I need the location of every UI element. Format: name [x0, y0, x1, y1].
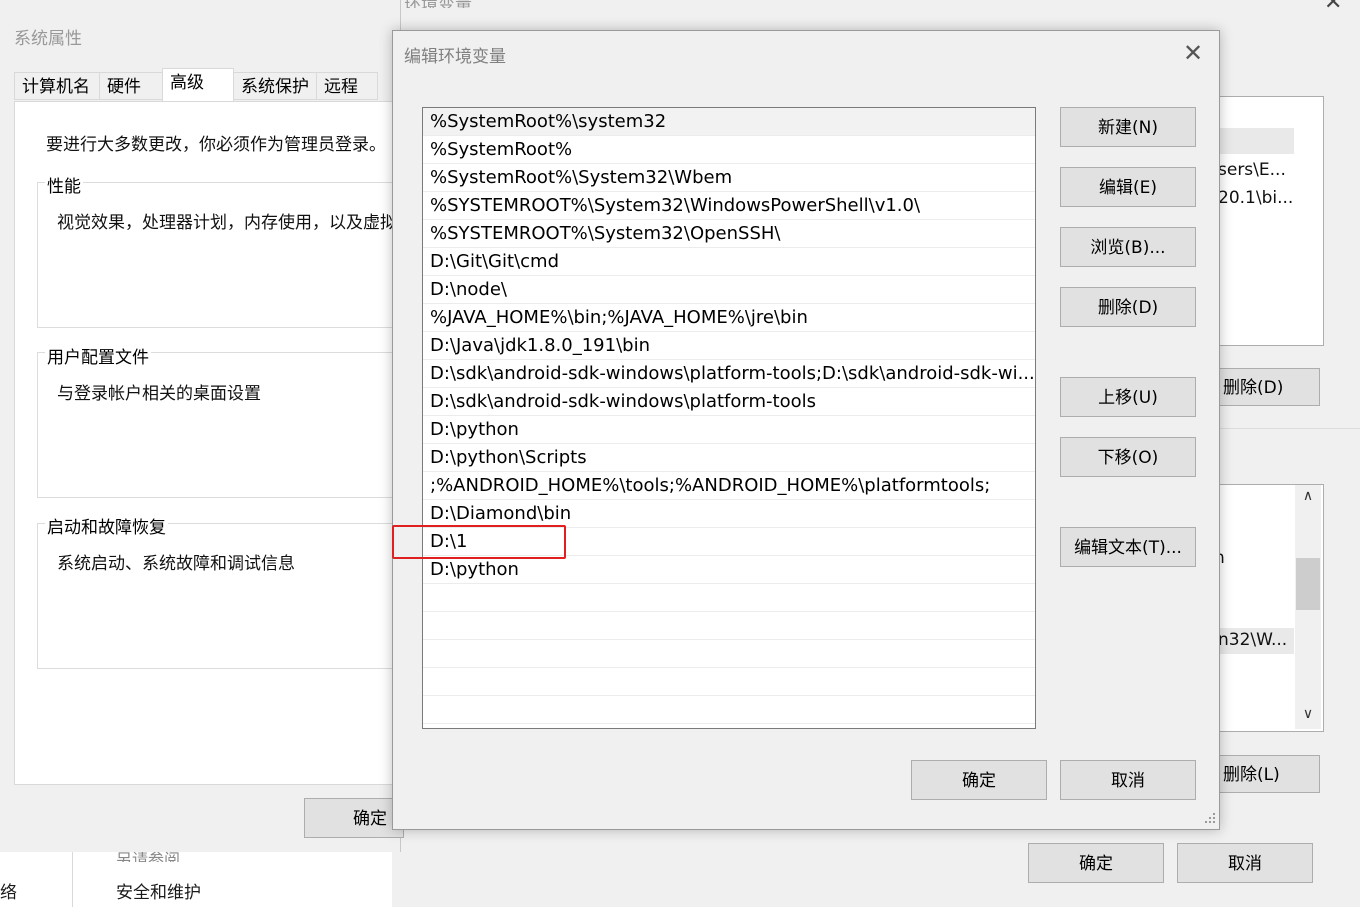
edit-button[interactable]: 编辑(E) — [1060, 167, 1196, 207]
path-entry[interactable]: %SYSTEMROOT%\System32\OpenSSH\ — [423, 220, 1035, 248]
control-panel-edge-glyph: · — [0, 420, 12, 434]
control-panel-edge-glyph: C — [0, 150, 12, 164]
control-panel-edge-glyph: W — [0, 620, 12, 634]
path-entry[interactable]: D:\Diamond\bin — [423, 500, 1035, 528]
path-entry[interactable]: D:\python\Scripts — [423, 444, 1035, 472]
control-panel-edge-glyph: T — [0, 740, 12, 754]
user-variable-delete-button[interactable]: 删除(D) — [1218, 368, 1320, 406]
control-panel-edge-glyph: f — [0, 780, 12, 794]
edit-dialog-title: 编辑环境变量 — [404, 47, 506, 67]
edit-dialog-cancel-button[interactable]: 取消 — [1060, 760, 1196, 800]
path-entry[interactable]: %SYSTEMROOT%\System32\WindowsPowerShell\… — [423, 192, 1035, 220]
startup-recovery-group — [37, 523, 402, 669]
tab-computer-name[interactable]: 计算机名 — [14, 72, 100, 100]
move-down-button[interactable]: 下移(O) — [1060, 437, 1196, 477]
control-panel-edge-glyph: · — [0, 186, 12, 200]
control-panel-edge-glyph: R — [0, 540, 12, 554]
path-entry[interactable]: %SystemRoot%\system32 — [423, 108, 1035, 136]
close-icon[interactable]: ✕ — [1324, 0, 1342, 8]
scroll-up-icon[interactable]: ∧ — [1296, 488, 1320, 504]
path-entry[interactable]: ;%ANDROID_HOME%\tools;%ANDROID_HOME%\pla… — [423, 472, 1035, 500]
control-panel-edge-glyph: S — [0, 500, 12, 514]
performance-group — [37, 182, 402, 328]
tab-advanced[interactable]: 高级 — [162, 68, 234, 101]
control-panel-edge-glyph: N — [0, 580, 12, 594]
control-panel-edge-glyph: · — [0, 336, 12, 350]
path-entry[interactable]: %JAVA_HOME%\bin;%JAVA_HOME%\jre\bin — [423, 304, 1035, 332]
system-properties-title: 系统属性 — [14, 29, 82, 49]
control-panel-edge-glyph: 统 — [0, 108, 12, 122]
edit-dialog-ok-button[interactable]: 确定 — [911, 760, 1047, 800]
user-variable-value-fragment: 20.1\bi... — [1218, 188, 1294, 208]
system-properties-tabs: 计算机名 硬件 高级 系统保护 远程 — [14, 68, 400, 102]
new-button[interactable]: 新建(N) — [1060, 107, 1196, 147]
environment-variables-title: 环境变量 — [404, 0, 472, 8]
path-entry-empty[interactable] — [423, 612, 1035, 640]
network-label-fragment[interactable]: 络 — [0, 878, 17, 903]
user-variable-selected-row[interactable] — [1218, 128, 1294, 154]
path-entry-empty[interactable] — [423, 696, 1035, 724]
path-entry[interactable]: D:\sdk\android-sdk-windows\platform-tool… — [423, 388, 1035, 416]
path-entry[interactable]: D:\Git\Git\cmd — [423, 248, 1035, 276]
control-panel-edge-glyph: · — [0, 660, 12, 674]
startup-recovery-label: 启动和故障恢复 — [45, 513, 168, 538]
performance-label: 性能 — [45, 172, 83, 197]
path-entry[interactable]: D:\sdk\android-sdk-windows\platform-tool… — [423, 360, 1035, 388]
path-entry[interactable]: %SystemRoot% — [423, 136, 1035, 164]
control-panel-edge-glyph: I — [0, 262, 12, 276]
path-entry[interactable]: D:\python — [423, 416, 1035, 444]
tab-system-protection[interactable]: 系统保护 — [233, 72, 317, 100]
delete-button[interactable]: 删除(D) — [1060, 287, 1196, 327]
user-variable-value-fragment: sers\E... — [1218, 160, 1286, 180]
control-panel-edge-glyph: t — [0, 296, 12, 310]
tab-hardware[interactable]: 硬件 — [99, 72, 163, 100]
path-entry-empty[interactable] — [423, 640, 1035, 668]
admin-note: 要进行大多数更改，你必须作为管理员登录。 — [46, 135, 386, 155]
system-variable-delete-button[interactable]: 删除(L) — [1218, 755, 1320, 793]
environment-variables-cancel-button[interactable]: 取消 — [1177, 843, 1313, 883]
scrollbar-thumb[interactable] — [1296, 558, 1320, 610]
tab-remote[interactable]: 远程 — [316, 72, 378, 100]
user-profiles-description: 与登录帐户相关的桌面设置 — [57, 384, 261, 404]
browse-button[interactable]: 浏览(B)... — [1060, 227, 1196, 267]
resize-grip-icon[interactable] — [1204, 812, 1216, 824]
annotation-highlight-box — [392, 525, 566, 559]
performance-description: 视觉效果，处理器计划，内存使用，以及虚拟内存 — [57, 213, 431, 233]
control-panel-edge-glyph: l — [0, 460, 12, 474]
startup-recovery-description: 系统启动、系统故障和调试信息 — [57, 554, 295, 574]
control-panel-divider — [72, 850, 73, 907]
user-profiles-group — [37, 352, 402, 498]
system-variable-value-fragment: n32\W... — [1218, 630, 1288, 650]
path-entry[interactable]: %SystemRoot%\System32\Wbem — [423, 164, 1035, 192]
path-entry-empty[interactable] — [423, 668, 1035, 696]
move-up-button[interactable]: 上移(U) — [1060, 377, 1196, 417]
path-entry[interactable]: D:\Java\jdk1.8.0_191\bin — [423, 332, 1035, 360]
edit-text-button[interactable]: 编辑文本(T)... — [1060, 527, 1196, 567]
path-entries-list[interactable]: %SystemRoot%\system32 %SystemRoot% %System… — [422, 107, 1036, 729]
scroll-down-icon[interactable]: ∨ — [1296, 706, 1320, 722]
path-entry[interactable]: D:\node\ — [423, 276, 1035, 304]
section-divider — [1218, 428, 1360, 429]
security-maintenance-link[interactable]: 安全和维护 — [116, 878, 201, 903]
close-icon[interactable]: ✕ — [1178, 38, 1208, 68]
path-entry-empty[interactable] — [423, 584, 1035, 612]
advanced-tab-panel: 要进行大多数更改，你必须作为管理员登录。 性能 视觉效果，处理器计划，内存使用，… — [14, 101, 431, 785]
control-panel-edge-glyph: B — [0, 380, 12, 394]
control-panel-edge-glyph: P — [0, 224, 12, 238]
user-profiles-label: 用户配置文件 — [45, 343, 151, 368]
control-panel-edge-glyph: D — [0, 700, 12, 714]
system-properties-ok-button[interactable]: 确定 — [304, 798, 404, 838]
path-entry[interactable]: D:\python — [423, 556, 1035, 584]
environment-variables-ok-button[interactable]: 确定 — [1028, 843, 1164, 883]
